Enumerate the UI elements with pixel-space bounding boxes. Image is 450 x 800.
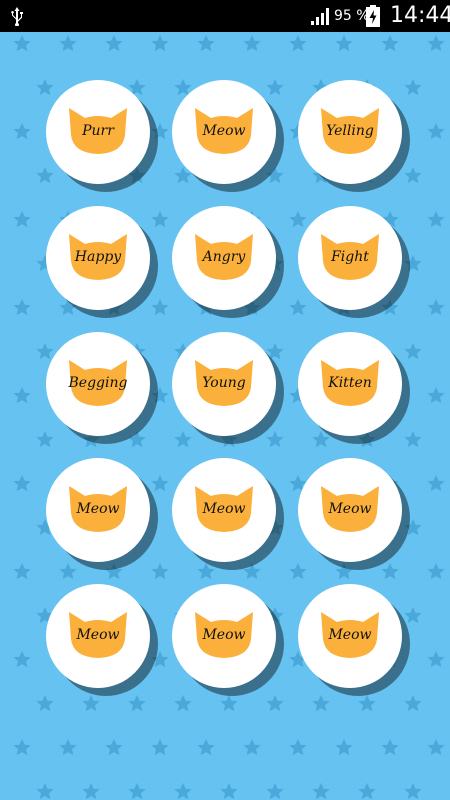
cat-face-icon xyxy=(321,108,379,154)
sound-button-purr[interactable]: Purr xyxy=(46,80,150,184)
usb-icon xyxy=(11,7,23,26)
sound-button-young[interactable]: Young xyxy=(172,332,276,436)
status-clock: 14:44 xyxy=(390,3,450,28)
cat-face-icon xyxy=(321,234,379,280)
cat-face-icon xyxy=(321,612,379,658)
battery-charging-icon xyxy=(366,5,380,27)
cat-face-icon xyxy=(69,360,127,406)
cat-face-icon xyxy=(69,108,127,154)
sound-button-meow-2[interactable]: Meow xyxy=(46,458,150,562)
sound-button-grid: Purr Meow Yelling Happy Angry Fight Begg… xyxy=(0,32,450,800)
app-screen: 95 % 14:44 Purr Meow Yelling Happy Angry… xyxy=(0,0,450,800)
cat-face-icon xyxy=(69,612,127,658)
cat-face-icon xyxy=(195,360,253,406)
sound-button-happy[interactable]: Happy xyxy=(46,206,150,310)
sound-button-fight[interactable]: Fight xyxy=(298,206,402,310)
sound-button-meow-7[interactable]: Meow xyxy=(298,584,402,688)
cat-face-icon xyxy=(321,360,379,406)
sound-button-angry[interactable]: Angry xyxy=(172,206,276,310)
cat-face-icon xyxy=(195,486,253,532)
sound-button-meow-6[interactable]: Meow xyxy=(172,584,276,688)
sound-button-meow-4[interactable]: Meow xyxy=(298,458,402,562)
cat-face-icon xyxy=(195,612,253,658)
cat-face-icon xyxy=(69,486,127,532)
status-bar: 95 % 14:44 xyxy=(0,0,450,32)
sound-button-meow[interactable]: Meow xyxy=(172,80,276,184)
cat-face-icon xyxy=(195,234,253,280)
battery-percent: 95 % xyxy=(334,8,370,24)
sound-button-meow-5[interactable]: Meow xyxy=(46,584,150,688)
cat-face-icon xyxy=(321,486,379,532)
sound-button-yelling[interactable]: Yelling xyxy=(298,80,402,184)
signal-icon xyxy=(311,8,329,25)
soundboard-area: Purr Meow Yelling Happy Angry Fight Begg… xyxy=(0,32,450,800)
cat-face-icon xyxy=(195,108,253,154)
sound-button-begging[interactable]: Begging xyxy=(46,332,150,436)
cat-face-icon xyxy=(69,234,127,280)
sound-button-kitten[interactable]: Kitten xyxy=(298,332,402,436)
sound-button-meow-3[interactable]: Meow xyxy=(172,458,276,562)
